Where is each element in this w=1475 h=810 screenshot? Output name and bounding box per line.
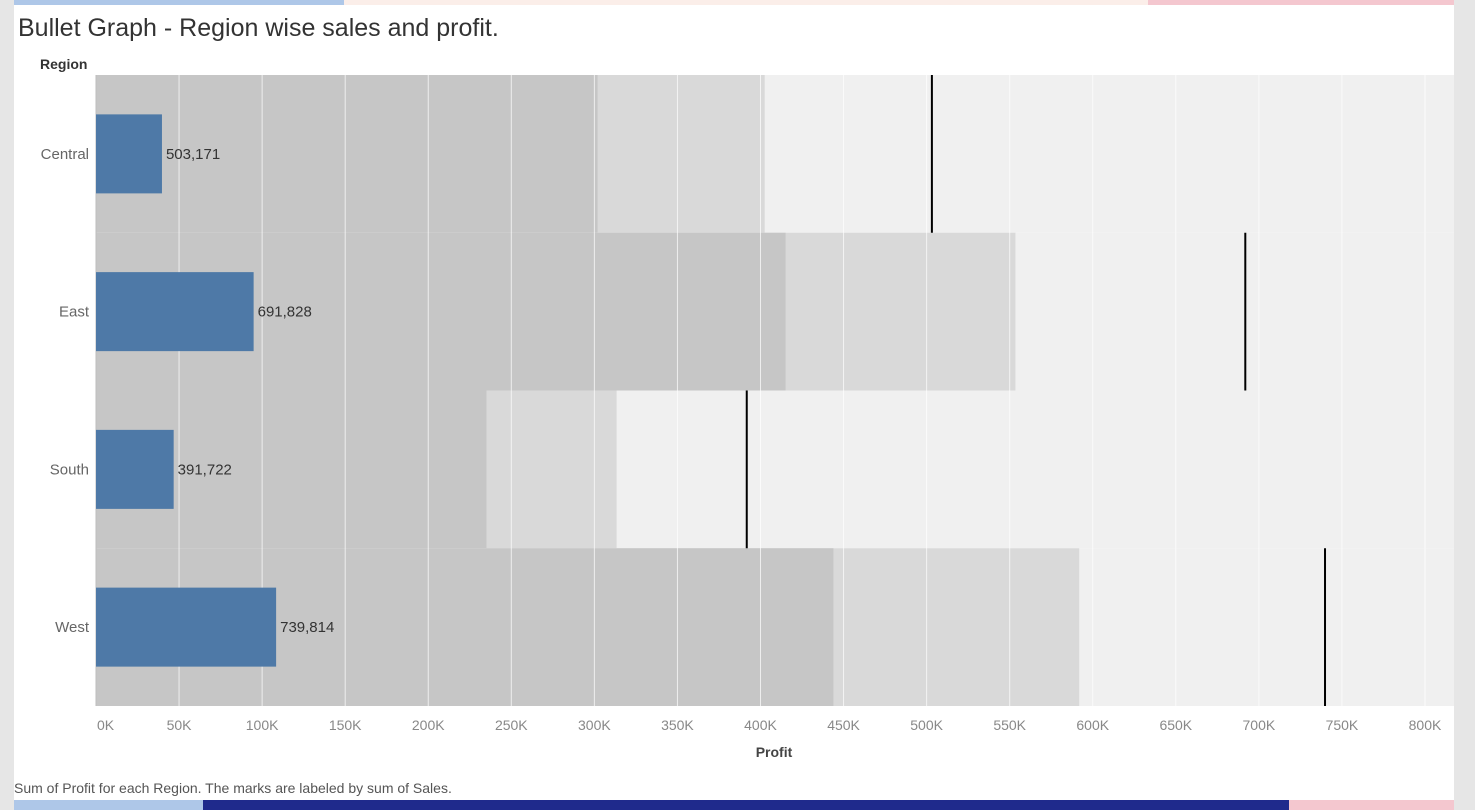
x-tick-label-50k: 50K [167,717,193,733]
data-label-east: 691,828 [258,304,312,321]
x-tick-label-750k: 750K [1326,717,1359,733]
bottom-color-strip [14,800,1454,810]
x-tick-label-250k: 250K [495,717,528,733]
x-tick-label-200k: 200K [412,717,445,733]
bar-central [96,114,162,194]
bottom-strip-dark-blue-segment [203,800,1289,810]
x-tick-label-150k: 150K [329,717,362,733]
x-tick-label-100k: 100K [246,717,279,733]
bottom-strip-light-blue-segment [14,800,203,810]
x-tick-label-0k: 0K [97,717,115,733]
category-label-west: West [55,619,90,636]
x-axis-title: Profit [756,744,793,760]
chart-panel: Bullet Graph - Region wise sales and pro… [14,5,1454,800]
x-tick-label-350k: 350K [661,717,694,733]
x-tick-label-300k: 300K [578,717,611,733]
category-label-central: Central [41,146,89,163]
x-tick-label-450k: 450K [827,717,860,733]
x-tick-label-500k: 500K [910,717,943,733]
x-tick-label-550k: 550K [993,717,1026,733]
category-label-south: South [50,461,89,478]
x-tick-label-600k: 600K [1076,717,1109,733]
data-label-south: 391,722 [178,461,232,478]
category-label-east: East [59,304,90,321]
x-tick-label-800k: 800K [1409,717,1442,733]
bar-east [96,272,254,352]
chart-caption: Sum of Profit for each Region. The marks… [14,780,452,796]
bar-south [96,429,174,509]
bullet-chart: 503,171 Central 691,828 East 391,722 South 739… [41,75,1454,760]
x-tick-label-400k: 400K [744,717,777,733]
bottom-strip-pink-segment [1289,800,1454,810]
bar-west [96,587,277,667]
data-label-west: 739,814 [280,619,334,636]
data-label-central: 503,171 [166,146,220,163]
x-tick-label-700k: 700K [1243,717,1276,733]
x-tick-label-650k: 650K [1159,717,1192,733]
